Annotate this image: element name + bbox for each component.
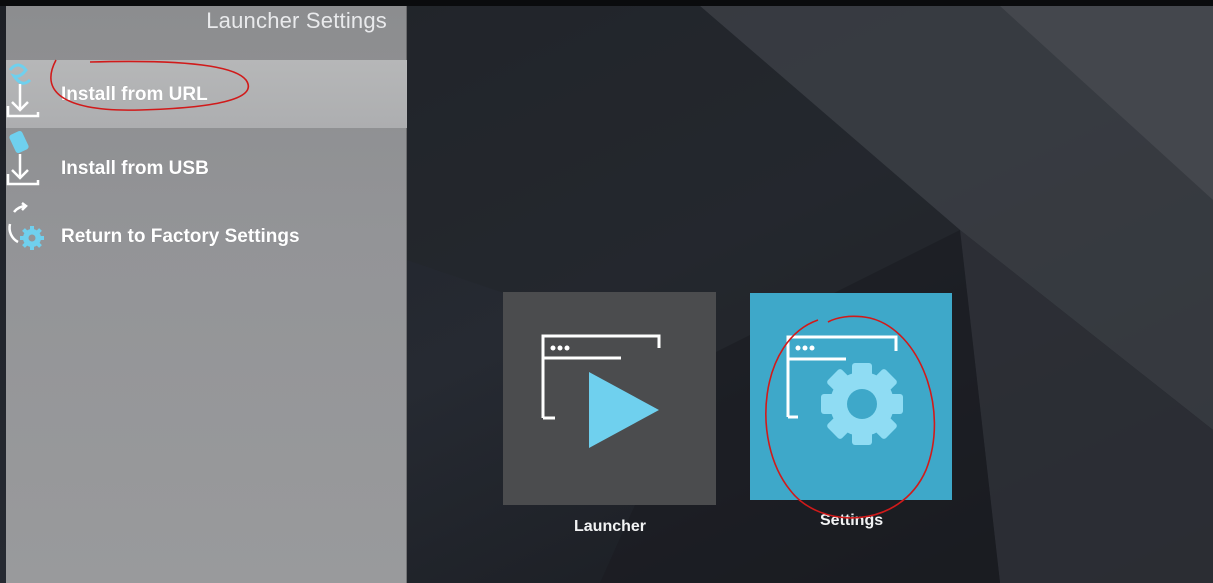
play-window-icon bbox=[541, 334, 661, 448]
menu-item-factory-reset[interactable]: Return to Factory Settings bbox=[6, 198, 407, 266]
panel-title: Launcher Settings bbox=[206, 8, 387, 33]
menu-item-label: Install from URL bbox=[61, 84, 208, 105]
menu-item-label: Install from USB bbox=[61, 158, 209, 179]
gear-window-icon bbox=[786, 335, 903, 445]
settings-tile[interactable] bbox=[750, 293, 952, 500]
download-link-icon bbox=[6, 62, 46, 127]
launcher-tile[interactable] bbox=[503, 292, 716, 505]
factory-reset-icon bbox=[6, 202, 50, 259]
menu-item-install-from-url[interactable]: Install from URL bbox=[6, 60, 407, 128]
menu-item-label: Return to Factory Settings bbox=[61, 226, 300, 247]
settings-tile-label: Settings bbox=[820, 512, 884, 529]
usb-install-icon bbox=[6, 130, 46, 195]
launcher-tile-label: Launcher bbox=[574, 518, 647, 535]
launcher-settings-panel: Launcher Settings Install from URL Insta… bbox=[6, 6, 407, 583]
menu-item-install-from-usb[interactable]: Install from USB bbox=[6, 130, 407, 198]
